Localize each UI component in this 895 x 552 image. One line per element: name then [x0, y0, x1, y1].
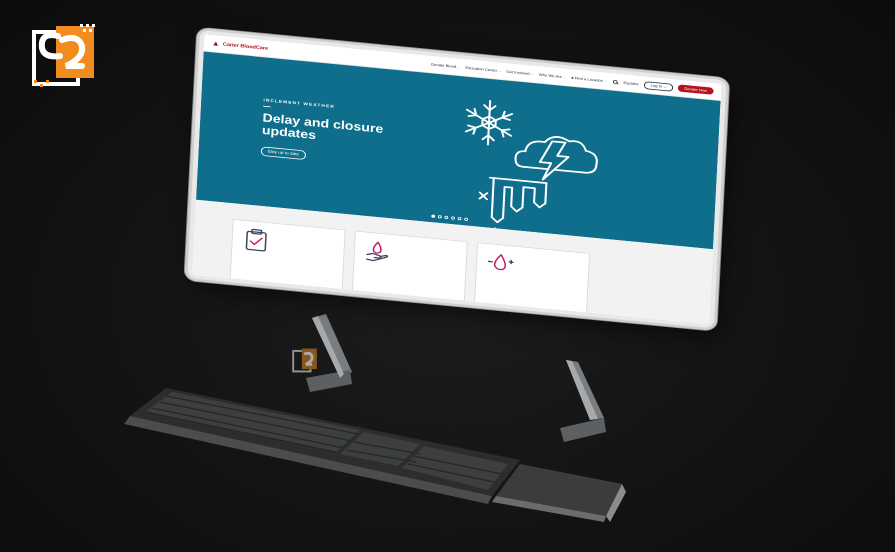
monitor: ▲ Carter BloodCare Donate Blood ⌵ Educati… [187, 30, 727, 329]
storm-cloud-icon [514, 136, 598, 181]
search-icon[interactable] [613, 79, 618, 85]
blood-drop-plus-minus-icon [487, 254, 514, 271]
nav-find-location[interactable]: ● Find a Location ⌵ [571, 75, 607, 83]
nav-label: Find a Location [574, 76, 604, 83]
login-button[interactable]: Log In ⌵ [643, 80, 674, 92]
slide-dot-2[interactable] [437, 215, 442, 219]
site-logo[interactable]: ▲ Carter BloodCare [211, 38, 269, 52]
slide-dot-3[interactable] [444, 215, 449, 220]
nav-label: Get Involved [506, 69, 530, 76]
language-toggle[interactable]: Español [623, 81, 638, 86]
chevron-down-icon: ⌵ [530, 72, 534, 76]
nav-get-involved[interactable]: Get Involved ⌵ [506, 70, 533, 76]
nav-education-center[interactable]: Education Center ⌵ [465, 66, 501, 73]
slide-dot-6[interactable] [464, 217, 469, 222]
map-pin-icon: ● [570, 75, 574, 81]
chevron-down-icon: ⌵ [457, 65, 460, 69]
chevron-down-icon: ⌵ [603, 79, 607, 83]
clipboard-check-icon [245, 228, 267, 252]
website-screen: ▲ Carter BloodCare Donate Blood ⌵ Educati… [192, 34, 722, 325]
watermark-logo-icon [292, 348, 317, 373]
login-label: Log In [650, 83, 663, 89]
chevron-down-icon: ⌵ [562, 75, 566, 79]
weather-illustration [464, 100, 598, 236]
nav-donate-blood[interactable]: Donate Blood ⌵ [431, 62, 460, 69]
eyebrow-divider [263, 105, 271, 108]
blood-drop-logo-icon: ▲ [211, 38, 221, 48]
hero-eyebrow: INCLEMENT WEATHER [263, 98, 335, 110]
brand-logo-icon [32, 24, 95, 87]
chevron-down-icon: ⌵ [498, 69, 501, 73]
slide-dot-1[interactable] [431, 214, 436, 218]
nav-who-we-are[interactable]: Who We Are ⌵ [539, 73, 566, 79]
stay-up-to-date-button[interactable]: Stay up to date [260, 146, 306, 161]
nav-label: Donate Blood [431, 62, 457, 69]
hero-headline: Delay and closure updates [261, 111, 384, 143]
hand-blood-drop-icon [366, 241, 389, 262]
donate-now-button[interactable]: Donate Now [677, 84, 714, 95]
nav-label: Education Center [465, 65, 498, 73]
chevron-down-icon: ⌵ [663, 84, 667, 89]
slide-dot-5[interactable] [457, 216, 462, 221]
slide-dot-4[interactable] [451, 216, 455, 220]
snowflake-icon [464, 100, 514, 146]
site-logo-text: Carter BloodCare [222, 41, 269, 52]
nav-label: Who We Are [538, 72, 562, 79]
